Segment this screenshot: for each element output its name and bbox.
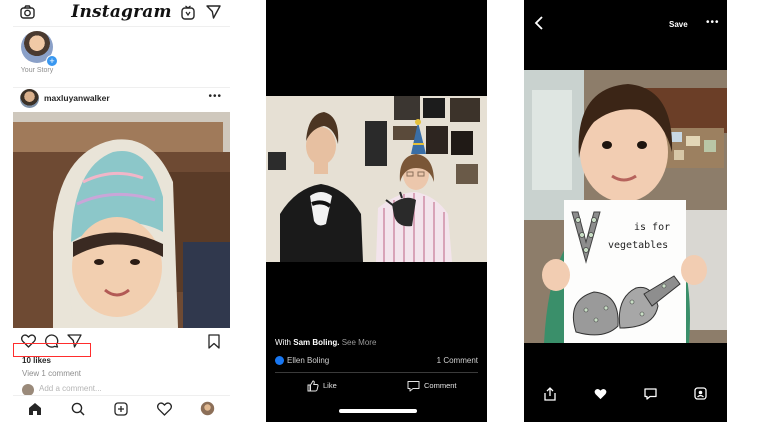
highlight-box (13, 343, 91, 357)
instagram-header: Instagram (13, 0, 230, 27)
avatar[interactable] (20, 89, 39, 108)
share-icon[interactable] (544, 387, 556, 401)
add-icon[interactable] (114, 402, 128, 416)
caption-prefix: With (275, 338, 291, 347)
home-indicator[interactable] (339, 409, 417, 413)
view-comments-link[interactable]: View 1 comment (22, 369, 81, 378)
igtv-icon[interactable] (181, 5, 195, 20)
activity-icon[interactable] (157, 402, 172, 416)
facebook-photo-screen: With Sam Boling. See More Ellen Boling 1… (266, 0, 487, 422)
search-icon[interactable] (71, 402, 85, 416)
post-photo[interactable] (13, 112, 230, 328)
story-label: Your Story (20, 67, 54, 74)
instagram-screen: Instagram + Your Story maxluyanwalker ••… (13, 0, 230, 422)
more-options-icon[interactable]: ••• (208, 91, 222, 102)
divider (275, 372, 478, 373)
profile-icon[interactable] (200, 401, 215, 416)
instagram-logo: Instagram (71, 2, 172, 22)
likes-count[interactable]: 10 likes (22, 356, 51, 365)
back-icon[interactable] (534, 16, 544, 30)
save-button[interactable]: Save (669, 20, 688, 29)
post-username[interactable]: maxluyanwalker (44, 93, 110, 103)
photo-viewer-screen: Save ••• is for vegetables (524, 0, 727, 422)
viewer-toolbar (524, 385, 727, 405)
add-story-icon: + (46, 55, 58, 67)
comment-bubble-icon (407, 380, 420, 392)
more-options-icon[interactable]: ••• (706, 17, 720, 28)
facebook-photo[interactable] (266, 96, 487, 262)
your-story[interactable]: + Your Story (19, 31, 58, 74)
photo-caption: With Sam Boling. See More (275, 338, 376, 347)
reaction-icon (275, 356, 284, 365)
like-label: Like (323, 381, 337, 390)
home-icon[interactable] (28, 402, 42, 416)
thumbs-up-icon (307, 380, 319, 392)
direct-icon[interactable] (206, 5, 221, 19)
add-comment-input[interactable]: Add a comment... (39, 384, 102, 393)
bottom-nav (13, 395, 230, 422)
tag-icon[interactable] (694, 387, 707, 400)
tagged-name[interactable]: Sam Boling. (293, 338, 339, 347)
viewer-photo[interactable]: is for vegetables (524, 70, 727, 343)
comment-label: Comment (424, 381, 457, 390)
comment-count[interactable]: 1 Comment (437, 356, 478, 365)
author-name[interactable]: Ellen Boling (287, 356, 329, 365)
comment-icon[interactable] (644, 388, 657, 400)
heart-icon[interactable] (594, 388, 607, 400)
post-header: maxluyanwalker ••• (13, 87, 230, 110)
svg-text:vegetables: vegetables (608, 240, 668, 251)
bookmark-icon[interactable] (208, 334, 220, 349)
svg-text:is for: is for (634, 222, 670, 233)
see-more-link[interactable]: See More (342, 338, 377, 347)
